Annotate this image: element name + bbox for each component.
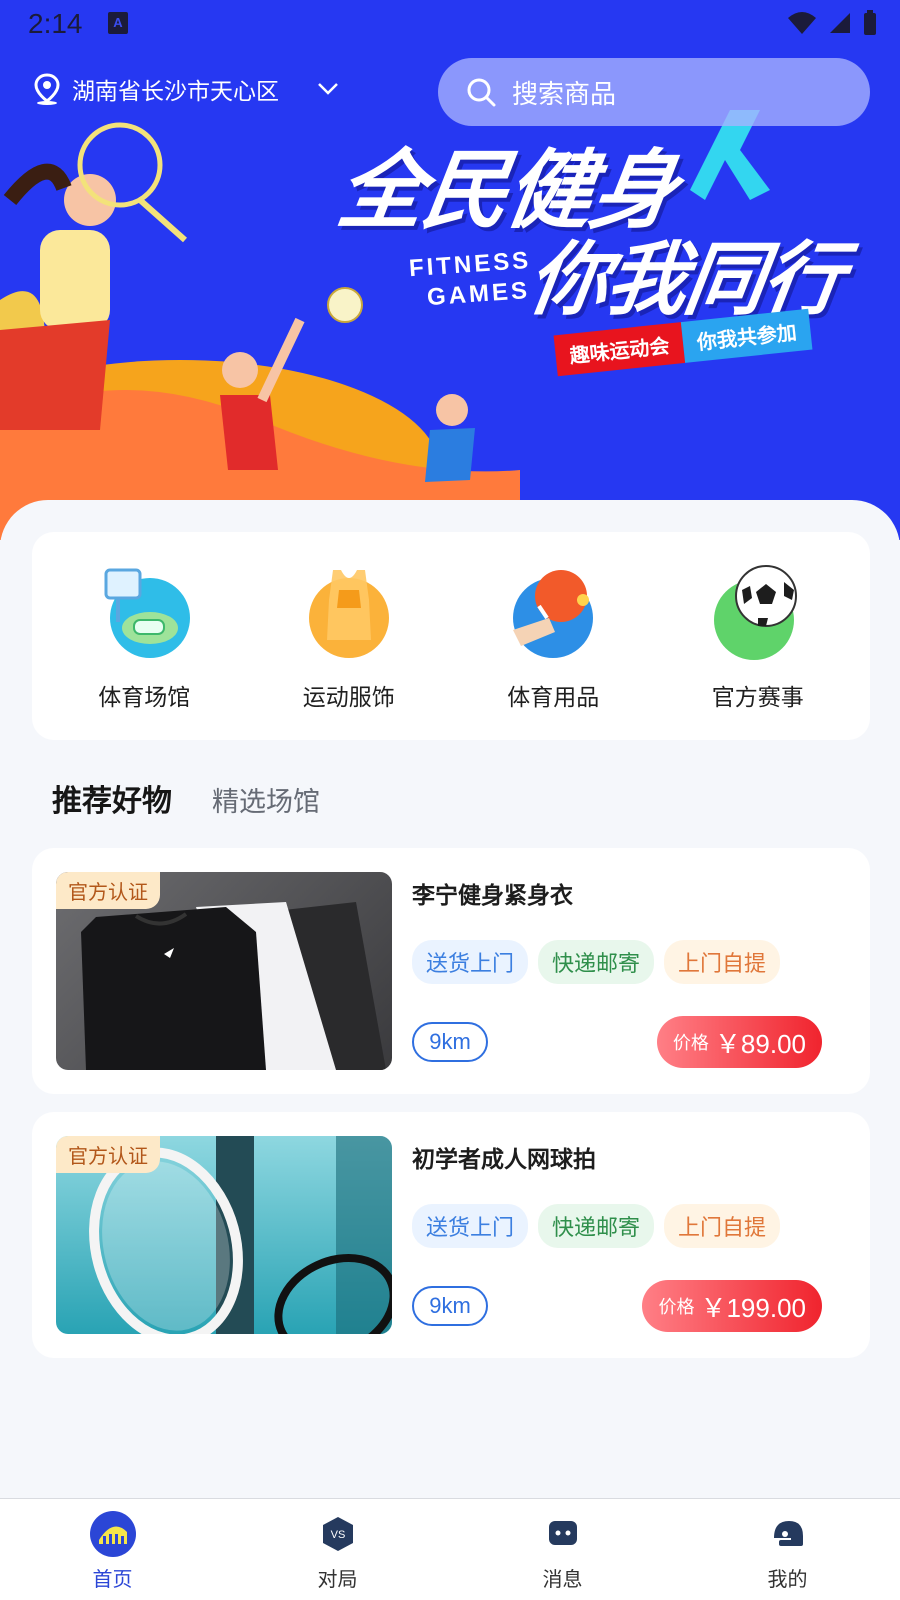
home-stadium-icon bbox=[88, 1509, 138, 1559]
product-card[interactable]: 官方认证 初学者成人网球拍 送货上门 快递邮寄 上门自提 9km 价格 ￥199… bbox=[32, 1112, 870, 1358]
location-selector[interactable]: 湖南省长沙市天心区 bbox=[32, 72, 339, 106]
svg-text:VS: VS bbox=[330, 1529, 345, 1541]
tag-home-delivery: 送货上门 bbox=[412, 940, 529, 984]
distance-badge: 9km bbox=[412, 1022, 488, 1062]
tag-express: 快递邮寄 bbox=[538, 1204, 655, 1248]
category-label: 官方赛事 bbox=[711, 685, 804, 711]
status-bar: 2:14 A bbox=[0, 0, 900, 48]
product-name: 李宁健身紧身衣 bbox=[412, 883, 573, 909]
distance-badge: 9km bbox=[412, 1286, 488, 1326]
banner-english-title: FITNESS GAMES bbox=[408, 246, 534, 314]
product-name: 初学者成人网球拍 bbox=[412, 1147, 596, 1173]
tab-recommended[interactable]: 推荐好物 bbox=[52, 776, 172, 820]
ping-pong-icon bbox=[513, 570, 594, 658]
chevron-down-icon bbox=[318, 83, 338, 95]
product-card[interactable]: 官方认证 李宁健身紧身衣 送货上门 快递邮寄 上门自提 9km 价格 ￥89.0… bbox=[32, 848, 870, 1094]
category-label: 运动服饰 bbox=[302, 685, 395, 711]
status-indicators bbox=[786, 10, 878, 36]
category-equipment[interactable]: 体育用品 bbox=[463, 560, 643, 712]
product-image[interactable]: 官方认证 bbox=[56, 1136, 392, 1334]
tag-home-delivery: 送货上门 bbox=[412, 1204, 529, 1248]
delivery-tags: 送货上门 快递邮寄 上门自提 bbox=[412, 940, 781, 984]
delivery-tags: 送货上门 快递邮寄 上门自提 bbox=[412, 1204, 781, 1248]
vs-icon: VS bbox=[313, 1509, 363, 1559]
section-tabs: 推荐好物 精选场馆 bbox=[52, 776, 320, 820]
nav-match[interactable]: VS 对局 bbox=[225, 1499, 450, 1600]
status-time: 2:14 bbox=[28, 8, 83, 39]
official-badge: 官方认证 bbox=[56, 1136, 160, 1173]
price-value: ￥199.00 bbox=[700, 1292, 806, 1323]
category-events[interactable]: 官方赛事 bbox=[668, 560, 848, 712]
product-image[interactable]: 官方认证 bbox=[56, 872, 392, 1070]
tag-pickup: 上门自提 bbox=[664, 940, 781, 984]
soccer-ball-icon bbox=[713, 565, 797, 660]
notification-icon: A bbox=[108, 12, 128, 34]
price-label: 价格 bbox=[672, 1033, 709, 1054]
nav-messages[interactable]: 消息 bbox=[450, 1499, 675, 1600]
tag-express: 快递邮寄 bbox=[538, 940, 655, 984]
helmet-icon bbox=[763, 1509, 813, 1559]
category-grid: 体育场馆 运动服饰 体育用品 官方赛事 bbox=[32, 532, 870, 740]
nav-profile[interactable]: 我的 bbox=[675, 1499, 900, 1600]
basketball-court-icon bbox=[104, 568, 191, 658]
official-badge: 官方认证 bbox=[56, 872, 160, 909]
category-label: 体育场馆 bbox=[98, 685, 191, 711]
signal-icon bbox=[830, 13, 850, 33]
price-button[interactable]: 价格 ￥199.00 bbox=[642, 1280, 822, 1332]
category-venue[interactable]: 体育场馆 bbox=[54, 560, 234, 712]
nav-home[interactable]: 首页 bbox=[0, 1499, 225, 1600]
price-value: ￥89.00 bbox=[714, 1028, 806, 1059]
search-placeholder: 搜索商品 bbox=[512, 79, 617, 110]
nav-label: 我的 bbox=[767, 1567, 808, 1591]
price-label: 价格 bbox=[658, 1297, 695, 1318]
bottom-navigation: 首页 VS 对局 消息 我的 bbox=[0, 1498, 900, 1600]
search-input[interactable]: 搜索商品 bbox=[438, 58, 870, 126]
location-text: 湖南省长沙市天心区 bbox=[72, 79, 279, 105]
nav-label: 消息 bbox=[542, 1567, 583, 1591]
category-apparel[interactable]: 运动服饰 bbox=[259, 560, 439, 712]
battery-icon bbox=[864, 10, 876, 35]
price-button[interactable]: 价格 ￥89.00 bbox=[656, 1016, 822, 1068]
sports-vest-icon bbox=[308, 570, 389, 658]
search-icon bbox=[467, 78, 496, 107]
nav-label: 对局 bbox=[317, 1567, 358, 1591]
wifi-icon bbox=[788, 12, 816, 34]
tab-venues[interactable]: 精选场馆 bbox=[212, 780, 320, 819]
nav-label: 首页 bbox=[92, 1567, 133, 1591]
location-pin-icon bbox=[34, 73, 60, 105]
message-icon bbox=[538, 1509, 588, 1559]
category-label: 体育用品 bbox=[507, 685, 600, 711]
tag-pickup: 上门自提 bbox=[664, 1204, 781, 1248]
